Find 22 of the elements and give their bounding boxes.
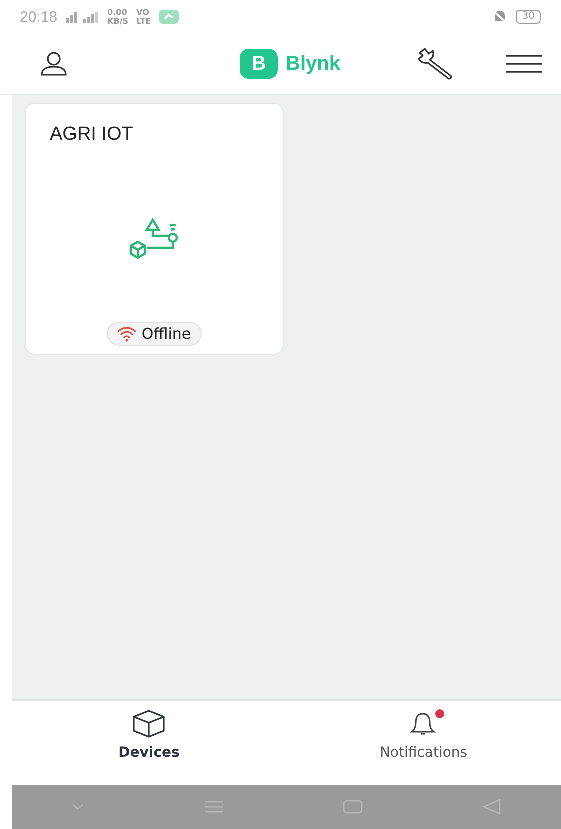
device-name: AGRI IOT: [50, 124, 134, 146]
volte-label: VO: [136, 8, 150, 17]
speed-value: 0.00: [108, 8, 128, 17]
clock-time: 20:18: [20, 8, 58, 26]
home-icon[interactable]: [342, 800, 363, 814]
speed-unit: KB/S: [108, 17, 129, 26]
cube-icon: [132, 709, 166, 739]
collapse-icon[interactable]: [71, 802, 86, 812]
back-icon[interactable]: [482, 799, 502, 815]
battery-indicator: 30: [516, 10, 541, 24]
profile-icon[interactable]: [40, 52, 68, 76]
logo-badge: B: [240, 49, 278, 79]
app-notification-icon: [159, 10, 180, 24]
nav-tab[interactable]: Notifications: [286, 701, 561, 785]
wrench-icon[interactable]: [417, 47, 455, 81]
nav-tab[interactable]: Devices: [12, 701, 286, 785]
logo-text: Blynk: [286, 52, 340, 76]
signal-icon: [66, 11, 100, 23]
lte-label: LTE: [136, 17, 152, 26]
menu-icon[interactable]: [505, 54, 543, 74]
device-card[interactable]: AGRI IOT Offline: [26, 104, 283, 354]
status-text: Offline: [142, 325, 192, 343]
